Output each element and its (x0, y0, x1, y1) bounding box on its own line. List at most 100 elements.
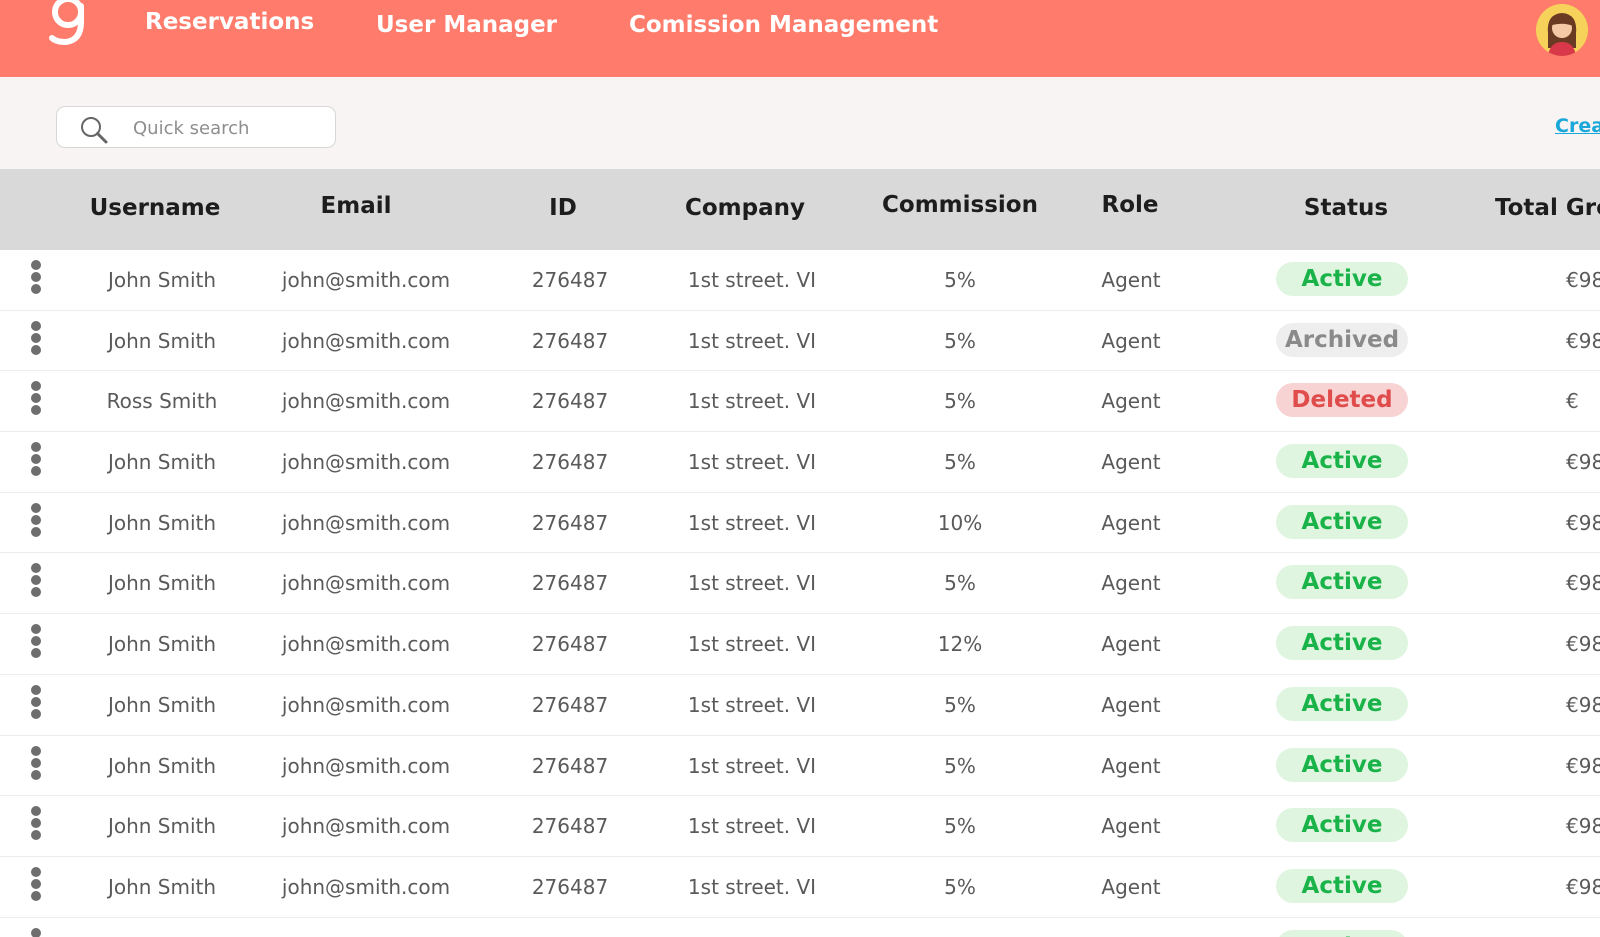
cell-id: 276487 (531, 692, 609, 717)
column-header-role[interactable]: Role (1102, 192, 1159, 218)
cell-id: 276487 (531, 328, 609, 353)
cell-id: 276487 (531, 389, 609, 414)
cell-total: €98 (1566, 268, 1600, 292)
row-menu-icon[interactable] (28, 502, 44, 542)
kebab-dot (31, 393, 41, 404)
create-link[interactable]: Crea (1555, 115, 1600, 137)
table-row[interactable]: John Smithjohn@smith.com2764871st street… (0, 614, 1600, 675)
cell-company: 1st street. VI (687, 753, 817, 778)
cell-id: 276487 (531, 571, 609, 596)
cell-company: 1st street. VI (687, 268, 817, 292)
kebab-dot (31, 745, 41, 756)
table-row[interactable]: John Smithjohn@smith.com2764871st street… (0, 736, 1600, 797)
kebab-dot (31, 454, 41, 465)
cell-email[interactable]: john@smith.com (282, 511, 450, 535)
cell-role: Agent (1101, 268, 1161, 292)
nav-reservations[interactable]: Reservations (145, 9, 314, 35)
column-header-email[interactable]: Email (321, 193, 392, 219)
cell-commission: 5% (944, 814, 976, 839)
column-header-username[interactable]: Username (90, 195, 221, 221)
cell-company: 1st street. VI (687, 874, 817, 899)
kebab-dot (31, 708, 41, 719)
nav-user-manager[interactable]: User Manager (376, 12, 557, 38)
cell-role: Agent (1101, 510, 1161, 535)
user-avatar[interactable] (1536, 4, 1588, 56)
cell-total: €98 (1566, 874, 1600, 899)
table-row[interactable]: John Smithjohn@smith.com2764871st street… (0, 918, 1600, 937)
cell-email[interactable]: john@smith.com (282, 814, 450, 838)
cell-username: John Smith (107, 874, 217, 899)
table-row[interactable]: John Smith john@smith.com 276487 1st street… (0, 857, 1600, 918)
row-menu-icon[interactable] (28, 623, 44, 663)
row-menu-icon[interactable] (28, 927, 44, 937)
row-menu-icon[interactable] (28, 684, 44, 724)
toolbar: Crea (0, 77, 1600, 169)
cell-role: Agent (1101, 692, 1161, 717)
kebab-dot (31, 466, 41, 477)
column-header-total[interactable]: Total Grc (1495, 195, 1600, 221)
cell-company: 1st street. VI (687, 571, 817, 596)
cell-id: 276487 (531, 874, 609, 899)
column-header-company[interactable]: Company (685, 195, 805, 221)
table-row[interactable]: John Smithjohn@smith.com2764871st street… (0, 311, 1600, 372)
table-row[interactable]: Ross Smith john@smith.com 276487 1st street… (0, 371, 1600, 433)
cell-email[interactable]: john@smith.com (282, 754, 450, 778)
cell-total: €98 (1566, 814, 1600, 839)
kebab-dot (31, 587, 41, 598)
cell-id: 276487 (531, 753, 609, 778)
table-row[interactable]: John Smithjohn@smith.com2764871st street… (0, 250, 1600, 311)
kebab-dot (31, 332, 41, 343)
cell-total: €98 (1566, 328, 1600, 353)
column-header-commission[interactable]: Commission (882, 192, 1038, 218)
status-badge: Active (1276, 686, 1408, 721)
cell-email[interactable]: john@smith.com (282, 268, 450, 292)
cell-company: 1st street. VI (687, 692, 817, 717)
cell-username: John Smith (107, 510, 217, 535)
row-menu-icon[interactable] (28, 380, 44, 420)
cell-company: 1st street. VI (687, 814, 817, 839)
cell-email[interactable]: john@smith.com (282, 329, 450, 353)
cell-email[interactable]: john@smith.com (282, 450, 450, 474)
cell-role: Agent (1101, 328, 1161, 353)
cell-total: €98 (1566, 753, 1600, 778)
cell-username: John Smith (107, 450, 217, 475)
cell-id: 276487 (531, 510, 609, 535)
row-menu-icon[interactable] (28, 259, 44, 299)
top-nav-bar: Reservations User Manager Comission Mana… (0, 0, 1600, 77)
row-menu-icon[interactable] (28, 562, 44, 602)
kebab-dot (31, 381, 41, 392)
cell-role: Agent (1101, 874, 1161, 899)
cell-email[interactable]: john@smith.com (282, 389, 450, 413)
kebab-dot (31, 514, 41, 525)
row-menu-icon[interactable] (28, 320, 44, 360)
column-header-id[interactable]: ID (549, 195, 577, 221)
cell-company: 1st street. VI (687, 632, 817, 657)
cell-total: €98 (1566, 571, 1600, 596)
cell-email[interactable]: john@smith.com (282, 693, 450, 717)
kebab-dot (31, 563, 41, 574)
cell-company: 1st street. VI (687, 328, 817, 353)
search-input[interactable] (131, 113, 325, 143)
kebab-dot (31, 878, 41, 889)
row-menu-icon[interactable] (28, 441, 44, 481)
nav-commission-management[interactable]: Comission Management (629, 12, 938, 38)
status-badge: Active (1276, 747, 1408, 782)
status-badge: Archived (1276, 322, 1408, 357)
kebab-dot (31, 260, 41, 270)
table-row[interactable]: John Smithjohn@smith.com2764871st street… (0, 675, 1600, 736)
column-header-status[interactable]: Status (1304, 195, 1388, 221)
cell-email[interactable]: john@smith.com (282, 632, 450, 656)
cell-email[interactable]: john@smith.com (282, 875, 450, 899)
search-box[interactable] (56, 106, 336, 148)
table-row[interactable]: John Smithjohn@smith.com2764871st street… (0, 493, 1600, 554)
row-menu-icon[interactable] (28, 745, 44, 785)
row-menu-icon[interactable] (28, 866, 44, 906)
table-row[interactable]: John Smithjohn@smith.com2764871st street… (0, 553, 1600, 615)
cell-role: Agent (1101, 571, 1161, 596)
cell-email[interactable]: john@smith.com (282, 571, 450, 595)
row-menu-icon[interactable] (28, 805, 44, 845)
table-row[interactable]: John Smithjohn@smith.com2764871st street… (0, 432, 1600, 493)
cell-id: 276487 (531, 814, 609, 839)
brand-logo-icon[interactable] (46, 0, 90, 52)
table-row[interactable]: John Smithjohn@smith.com2764871st street… (0, 796, 1600, 857)
